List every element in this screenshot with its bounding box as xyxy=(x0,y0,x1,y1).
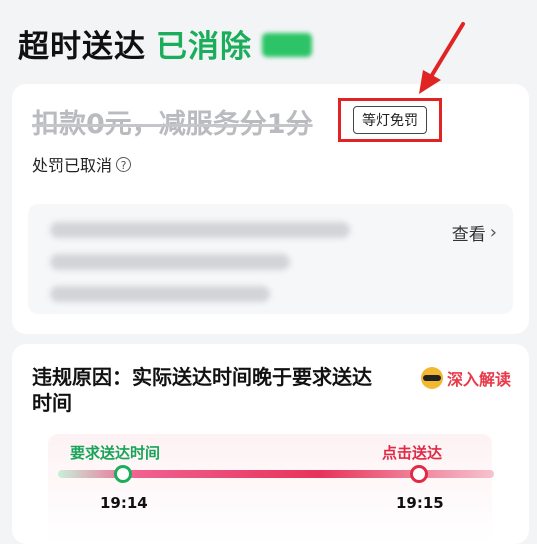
deep-read-label: 深入解读 xyxy=(446,370,511,389)
status-badge xyxy=(262,33,312,57)
penalty-row: 扣款0元，减服务分1分 xyxy=(32,102,313,141)
required-time: 19:14 xyxy=(100,494,148,512)
penalty-card: 扣款0元，减服务分1分 等灯免罚 处罚已取消 ? 查看 › xyxy=(12,84,529,334)
deep-read-button[interactable]: 深入解读 xyxy=(420,366,511,390)
order-info-box: 查看 › xyxy=(28,204,513,314)
page-title: 超时送达 xyxy=(18,28,146,65)
blurred-order-line xyxy=(50,222,350,238)
delivered-label: 点击送达 xyxy=(382,444,443,462)
waiver-tag: 等灯免罚 xyxy=(353,106,427,134)
cancelled-row[interactable]: 处罚已取消 ? xyxy=(32,152,132,176)
annotation-arrow-icon xyxy=(419,22,465,94)
required-time-dot xyxy=(114,465,132,483)
delivered-time: 19:15 xyxy=(396,494,444,512)
violation-reason: 违规原因：实际送达时间晚于要求送达时间 xyxy=(32,365,372,415)
reason-card: 违规原因：实际送达时间晚于要求送达时间 深入解读 要求送达时间 点击送达 19:… xyxy=(12,344,529,544)
annotation-highlight-box: 等灯免罚 xyxy=(338,98,442,142)
cancelled-text: 处罚已取消 xyxy=(32,156,113,175)
delivered-time-dot xyxy=(410,465,428,483)
status-text: 已消除 xyxy=(156,28,252,65)
help-icon[interactable]: ? xyxy=(116,156,132,172)
view-label: 查看 xyxy=(451,225,486,245)
blurred-id-line xyxy=(50,286,270,302)
penalty-text: 扣款0元，减服务分1分 xyxy=(32,109,313,140)
blurred-time-line xyxy=(50,254,290,270)
required-time-label: 要求送达时间 xyxy=(70,444,161,462)
sunglasses-icon xyxy=(420,367,443,389)
page-header: 超时送达 已消除 xyxy=(18,18,312,68)
view-button[interactable]: 查看 › xyxy=(452,220,497,245)
chevron-right-icon: › xyxy=(489,222,497,243)
